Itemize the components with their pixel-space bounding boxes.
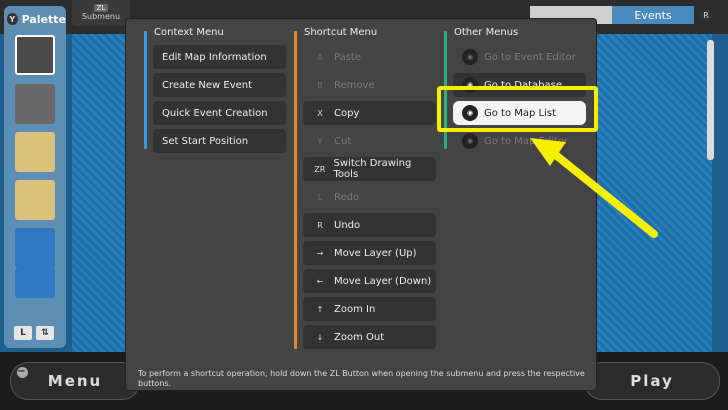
- menu-item-label: Go to Database: [484, 79, 562, 91]
- other-menus-title: Other Menus: [454, 27, 519, 38]
- shortcut-menu-accent: [294, 31, 297, 349]
- event-editor-icon: ◉: [462, 49, 478, 65]
- menu-label: Menu: [47, 372, 103, 390]
- r-button-glyph: R: [700, 9, 712, 21]
- context-menu-title: Context Menu: [154, 27, 224, 38]
- shortcut-menu-title: Shortcut Menu: [304, 27, 378, 38]
- menu-item-label: Go to Event Editor: [484, 51, 576, 63]
- palette-tile-pool[interactable]: [15, 132, 55, 172]
- x-button-glyph: X: [317, 108, 323, 118]
- menu-item-label: Quick Event Creation: [162, 107, 268, 119]
- menu-item-copy[interactable]: X Copy: [303, 101, 436, 125]
- zl-button-glyph: ZL: [93, 4, 109, 12]
- palette-tile-crab[interactable]: [15, 35, 55, 75]
- menu-item-redo: L Redo: [303, 185, 436, 209]
- menu-item-label: Move Layer (Down): [334, 275, 432, 287]
- menu-item-set-start-position[interactable]: Set Start Position: [153, 129, 286, 153]
- menu-item-label: Remove: [334, 79, 375, 91]
- menu-item-cut: Y Cut: [303, 129, 436, 153]
- menu-item-go-to-map-list[interactable]: ◉ Go to Map List: [453, 101, 586, 125]
- a-button-glyph: A: [317, 52, 323, 62]
- map-scrollbar[interactable]: [707, 40, 714, 160]
- menu-item-remove: B Remove: [303, 73, 436, 97]
- menu-button[interactable]: − Menu: [10, 362, 140, 400]
- tab-events[interactable]: Events: [612, 6, 694, 24]
- menu-item-label: Go to Map List: [484, 107, 557, 119]
- menu-item-label: Zoom In: [334, 303, 376, 315]
- menu-item-label: Switch Drawing Tools: [333, 158, 412, 180]
- map-list-icon: ◉: [462, 105, 478, 121]
- palette-panel: Y Palette L ⇅: [4, 6, 66, 348]
- menu-item-label: Undo: [334, 219, 361, 231]
- palette-tile-water[interactable]: [15, 228, 55, 268]
- menu-item-label: Edit Map Information: [162, 51, 267, 63]
- menu-item-go-to-event-editor: ◉ Go to Event Editor: [453, 45, 586, 69]
- shortcut-tip: To perform a shortcut operation, hold do…: [138, 369, 585, 388]
- b-button-glyph: B: [317, 80, 323, 90]
- sort-icon[interactable]: ⇅: [36, 326, 54, 340]
- palette-tile-hole[interactable]: [15, 180, 55, 220]
- menu-item-label: Move Layer (Up): [334, 247, 417, 259]
- arrow-right-icon: →: [316, 248, 324, 258]
- submenu-button[interactable]: ZL Submenu: [72, 0, 130, 26]
- play-button[interactable]: Play: [584, 362, 720, 400]
- play-label: Play: [630, 372, 674, 390]
- map-editor-icon: ◉: [462, 133, 478, 149]
- menu-item-label: Paste: [334, 51, 361, 63]
- palette-tile-rock[interactable]: [15, 84, 55, 124]
- menu-item-move-layer-up[interactable]: → Move Layer (Up): [303, 241, 436, 265]
- menu-item-label: Go to Map Editor: [484, 135, 569, 147]
- zr-button-glyph: ZR: [314, 164, 326, 174]
- menu-item-label: Copy: [334, 107, 360, 119]
- menu-item-label: Zoom Out: [334, 331, 385, 343]
- menu-item-create-new-event[interactable]: Create New Event: [153, 73, 286, 97]
- context-menu-accent: [144, 31, 147, 149]
- menu-item-move-layer-down[interactable]: ← Move Layer (Down): [303, 269, 436, 293]
- menu-item-paste: A Paste: [303, 45, 436, 69]
- y-button-glyph: Y: [7, 13, 18, 25]
- menu-item-undo[interactable]: R Undo: [303, 213, 436, 237]
- arrow-up-icon: ↑: [316, 304, 324, 314]
- other-menus-column: Other Menus ◉ Go to Event Editor ◉ Go to D…: [444, 27, 586, 157]
- menu-item-switch-drawing-tools[interactable]: ZR Switch Drawing Tools: [303, 157, 436, 181]
- menu-item-label: Redo: [334, 191, 360, 203]
- l-button-glyph[interactable]: L: [14, 326, 32, 340]
- menu-item-zoom-out[interactable]: ↓ Zoom Out: [303, 325, 436, 349]
- r-button-glyph: R: [317, 220, 323, 230]
- other-menus-accent: [444, 31, 447, 149]
- menu-item-quick-event-creation[interactable]: Quick Event Creation: [153, 101, 286, 125]
- database-icon: ◉: [462, 77, 478, 93]
- menu-item-zoom-in[interactable]: ↑ Zoom In: [303, 297, 436, 321]
- y-button-glyph: Y: [317, 136, 323, 146]
- menu-item-edit-map-information[interactable]: Edit Map Information: [153, 45, 286, 69]
- minus-button-glyph: −: [17, 366, 28, 378]
- menu-item-go-to-database[interactable]: ◉ Go to Database: [453, 73, 586, 97]
- palette-tile-water-2[interactable]: [15, 268, 55, 298]
- submenu-dialog: Context Menu Edit Map Information Create…: [126, 19, 596, 390]
- submenu-label: Submenu: [81, 12, 121, 21]
- arrow-left-icon: ←: [316, 276, 324, 286]
- palette-title: Palette: [21, 12, 66, 26]
- arrow-down-icon: ↓: [316, 332, 324, 342]
- shortcut-menu-column: Shortcut Menu A Paste B Remove X Copy Y Cut …: [294, 27, 436, 353]
- menu-item-go-to-map-editor: ◉ Go to Map Editor: [453, 129, 586, 153]
- menu-item-label: Set Start Position: [162, 135, 249, 147]
- l-button-glyph: L: [317, 192, 323, 202]
- menu-item-label: Create New Event: [162, 79, 253, 91]
- menu-item-label: Cut: [334, 135, 352, 147]
- context-menu-column: Context Menu Edit Map Information Create…: [144, 27, 286, 157]
